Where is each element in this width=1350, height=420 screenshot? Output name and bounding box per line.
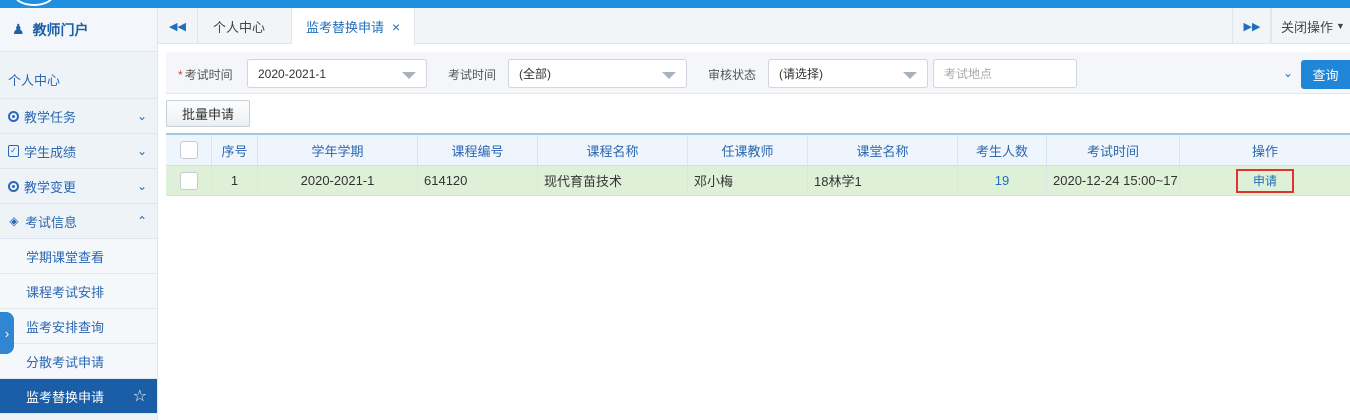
chevron-right-icon: › <box>4 325 10 341</box>
tab-proctor-replace-apply[interactable]: 监考替换申请 × <box>292 8 416 45</box>
top-banner <box>0 0 1350 8</box>
exam-time-value: (全部) <box>519 67 551 81</box>
sidebar-item-exam-info[interactable]: ◈ 考试信息 ⌃ <box>0 204 157 239</box>
tab-scroll-left-button[interactable]: ◀◀ <box>158 8 198 44</box>
row-course-name: 现代育苗技术 <box>538 166 688 195</box>
double-right-arrow-icon: ▶▶ <box>1243 20 1261 33</box>
review-status-value: (请选择) <box>779 67 823 81</box>
filter-bar: * 考试时间 2020-2021-1 考试时间 (全部) 审核状态 (请选择) 考… <box>166 52 1350 94</box>
row-checkbox-cell <box>166 166 212 195</box>
sidebar-subitem-proctor-replace-apply[interactable]: 监考替换申请 ☆ <box>0 379 157 414</box>
exam-time2-label: 考试时间 <box>448 68 497 82</box>
row-course-code: 614120 <box>418 166 538 195</box>
checklist-icon: ✓ <box>8 145 19 157</box>
sidebar-item-teaching-tasks[interactable]: 教学任务 ⌄ <box>0 99 157 134</box>
sidebar-item-label: 学生成绩 <box>24 144 77 160</box>
review-status-label: 审核状态 <box>708 68 757 82</box>
chevron-down-icon: ⌄ <box>136 144 148 158</box>
tab-label: 监考替换申请 <box>306 20 385 35</box>
row-teacher: 邓小梅 <box>688 166 808 195</box>
portal-title: 教师门户 <box>32 21 89 38</box>
sidebar-item-label: 考试信息 <box>25 214 78 230</box>
table-header-row: 序号 学年学期 课程编号 课程名称 任课教师 课堂名称 考生人数 考试时间 操作 <box>166 135 1350 166</box>
column-header[interactable]: 序号 <box>212 135 258 165</box>
row-action-cell: 申请 <box>1180 166 1350 195</box>
sidebar-item-teaching-changes[interactable]: 教学变更 ⌄ <box>0 169 157 204</box>
tab-scroll-right-button[interactable]: ▶▶ <box>1232 8 1272 44</box>
circle-icon <box>8 110 19 122</box>
column-header[interactable]: 学年学期 <box>258 135 418 165</box>
tab-label: 个人中心 <box>213 19 266 35</box>
row-student-count-cell: 19 <box>958 166 1047 195</box>
required-mark: * <box>178 68 183 82</box>
sidebar-item-label: 教学任务 <box>24 109 77 125</box>
chevron-down-icon: ⌄ <box>136 179 148 193</box>
column-header[interactable]: 课堂名称 <box>808 135 958 165</box>
star-icon[interactable]: ☆ <box>133 386 147 406</box>
row-exam-time: 2020-12-24 15:00~17 <box>1047 166 1180 195</box>
chevron-up-icon: ⌃ <box>136 214 148 228</box>
exam-time-label-text: 考试时间 <box>184 68 233 82</box>
tab-bar: ◀◀ 个人中心 监考替换申请 × ▶▶ 关闭操作 ▼ <box>158 8 1350 45</box>
student-count-link[interactable]: 19 <box>995 173 1009 188</box>
row-number: 1 <box>212 166 258 195</box>
query-button[interactable]: 查询 <box>1301 60 1350 89</box>
sidebar-subitem-course-exam-schedule[interactable]: 课程考试安排 <box>0 274 157 309</box>
row-checkbox[interactable] <box>179 171 198 190</box>
caret-down-icon <box>662 72 676 79</box>
sidebar: ♟ 教师门户 个人中心 教学任务 ⌄ ✓ 学生成绩 ⌄ 教学变更 ⌄ ◈ 考试信息 … <box>0 8 158 420</box>
chevron-down-icon: ⌄ <box>136 109 148 123</box>
exam-time-label: * 考试时间 <box>178 66 233 83</box>
user-icon: ♟ <box>12 21 25 37</box>
caret-down-icon <box>903 72 917 79</box>
sidebar-subitem-proctor-schedule-query[interactable]: 监考安排查询 <box>0 309 157 344</box>
sidebar-subitem-dispersed-exam-apply[interactable]: 分散考试申请 <box>0 344 157 379</box>
sidebar-item-personal-center[interactable]: 个人中心 <box>0 52 157 99</box>
exam-location-input[interactable]: 考试地点 <box>933 59 1077 88</box>
row-class-name: 18林学1 <box>808 166 958 195</box>
caret-down-icon: ▼ <box>1336 21 1345 31</box>
column-header[interactable]: 任课教师 <box>688 135 808 165</box>
circle-icon <box>8 180 19 192</box>
exam-term-select[interactable]: 2020-2021-1 <box>247 59 427 88</box>
tab-personal-center[interactable]: 个人中心 <box>199 8 292 44</box>
select-all-checkbox[interactable] <box>179 141 198 159</box>
sidebar-item-label: 教学变更 <box>24 179 77 195</box>
column-header[interactable]: 考生人数 <box>958 135 1047 165</box>
select-all-checkbox-cell <box>166 135 212 165</box>
apply-link[interactable]: 申请 <box>1236 168 1294 193</box>
row-term: 2020-2021-1 <box>258 166 418 195</box>
sidebar-item-student-grades[interactable]: ✓ 学生成绩 ⌄ <box>0 134 157 169</box>
portal-header[interactable]: ♟ 教师门户 <box>0 8 157 52</box>
sidebar-item-label: 监考替换申请 <box>26 389 105 405</box>
expand-filters-icon[interactable]: ⌄ <box>1283 66 1293 80</box>
proctor-table: 序号 学年学期 课程编号 课程名称 任课教师 课堂名称 考生人数 考试时间 操作… <box>166 133 1350 196</box>
sidebar-subitem-term-class-view[interactable]: 学期课堂查看 <box>0 239 157 274</box>
layers-icon: ◈ <box>9 214 19 228</box>
close-operations-label: 关闭操作 <box>1281 19 1334 35</box>
exam-time-select[interactable]: (全部) <box>508 59 687 88</box>
table-row[interactable]: 1 2020-2021-1 614120 现代育苗技术 邓小梅 18林学1 19… <box>166 166 1350 196</box>
column-header[interactable]: 课程编号 <box>418 135 538 165</box>
batch-apply-button[interactable]: 批量申请 <box>166 100 250 127</box>
close-operations-dropdown[interactable]: 关闭操作 ▼ <box>1270 8 1350 44</box>
review-status-select[interactable]: (请选择) <box>768 59 928 88</box>
exam-location-placeholder: 考试地点 <box>944 67 993 81</box>
column-header[interactable]: 考试时间 <box>1047 135 1180 165</box>
exam-term-value: 2020-2021-1 <box>258 66 327 81</box>
caret-down-icon <box>402 72 416 79</box>
double-left-arrow-icon: ◀◀ <box>169 20 186 33</box>
logo-icon <box>14 0 54 6</box>
sidebar-collapse-toggle[interactable]: › <box>0 312 14 354</box>
close-icon[interactable]: × <box>392 19 400 35</box>
column-header: 操作 <box>1251 143 1278 159</box>
column-header[interactable]: 课程名称 <box>538 135 688 165</box>
